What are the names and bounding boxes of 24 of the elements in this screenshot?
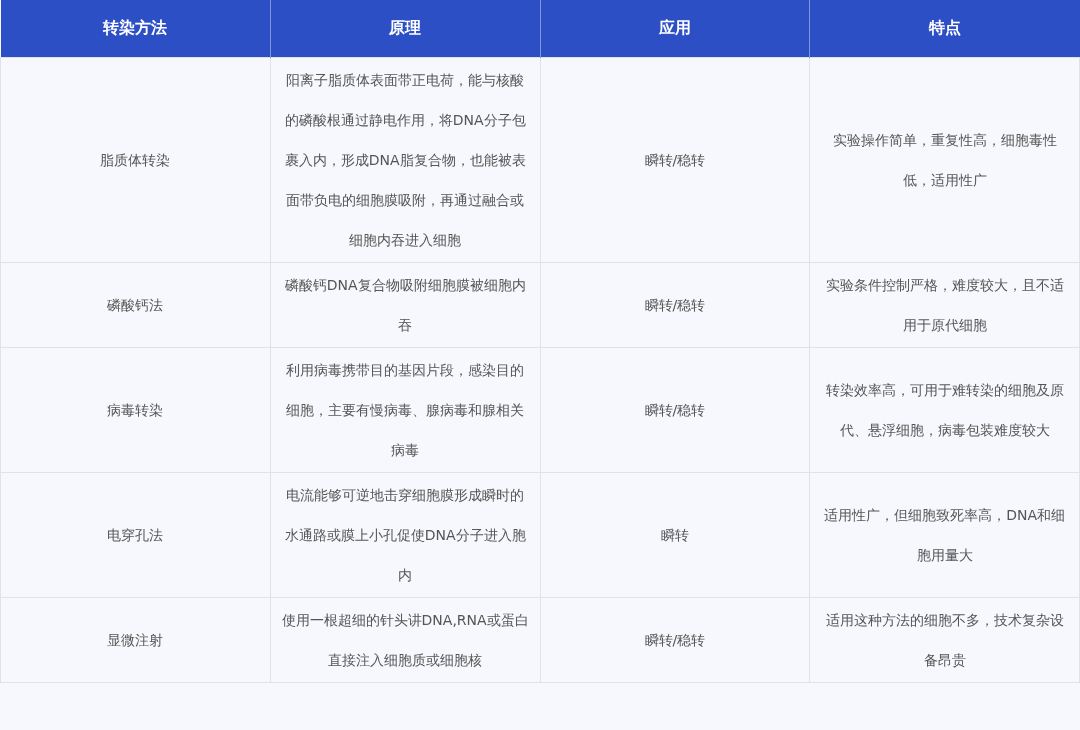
table-cell: 显微注射 <box>0 597 271 683</box>
table-cell: 瞬转/稳转 <box>540 57 810 263</box>
table-cell: 实验条件控制严格，难度较大，且不适用于原代细胞 <box>809 262 1080 348</box>
table-cell: 电穿孔法 <box>0 472 271 598</box>
table-cell: 磷酸钙法 <box>0 262 271 348</box>
table-cell: 瞬转/稳转 <box>540 262 810 348</box>
table-cell: 脂质体转染 <box>0 57 271 263</box>
table-cell: 利用病毒携带目的基因片段，感染目的细胞，主要有慢病毒、腺病毒和腺相关病毒 <box>270 347 540 473</box>
table-cell: 瞬转 <box>540 472 810 598</box>
table-cell: 电流能够可逆地击穿细胞膜形成瞬时的水通路或膜上小孔促使DNA分子进入胞内 <box>270 472 540 598</box>
table-cell: 转染效率高，可用于难转染的细胞及原代、悬浮细胞，病毒包装难度较大 <box>809 347 1080 473</box>
table-cell: 使用一根超细的针头讲DNA,RNA或蛋白直接注入细胞质或细胞核 <box>270 597 540 683</box>
table-cell: 适用性广，但细胞致死率高，DNA和细胞用量大 <box>809 472 1080 598</box>
table-cell: 磷酸钙DNA复合物吸附细胞膜被细胞内吞 <box>270 262 540 348</box>
table-cell: 适用这种方法的细胞不多，技术复杂设备昂贵 <box>809 597 1080 683</box>
table-cell: 瞬转/稳转 <box>540 347 810 473</box>
table-cell: 实验操作简单，重复性高，细胞毒性低，适用性广 <box>809 57 1080 263</box>
column-header: 原理 <box>270 0 540 58</box>
column-header: 特点 <box>809 0 1080 58</box>
table-cell: 病毒转染 <box>0 347 271 473</box>
table-cell: 阳离子脂质体表面带正电荷，能与核酸的磷酸根通过静电作用，将DNA分子包裹入内，形成DNA脂复合物，也能被表面带负电的细胞膜吸附，再通过融合或细胞内吞进入细胞 <box>270 57 540 263</box>
column-header: 应用 <box>540 0 810 58</box>
column-header: 转染方法 <box>0 0 271 58</box>
table-cell: 瞬转/稳转 <box>540 597 810 683</box>
